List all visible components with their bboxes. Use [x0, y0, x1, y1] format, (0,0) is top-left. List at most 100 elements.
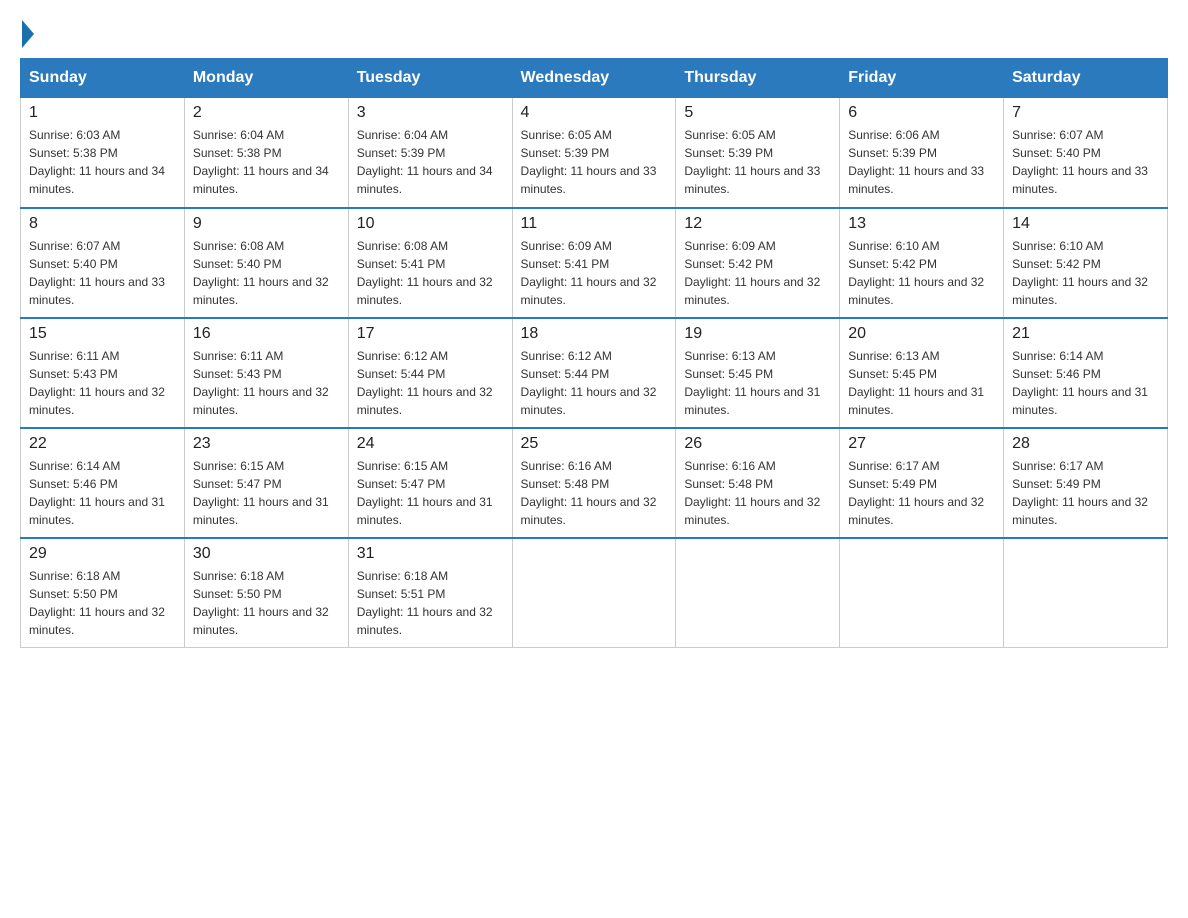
- day-info: Sunrise: 6:17 AM Sunset: 5:49 PM Dayligh…: [1012, 457, 1159, 529]
- calendar-day-cell: 20 Sunrise: 6:13 AM Sunset: 5:45 PM Dayl…: [840, 318, 1004, 428]
- day-info: Sunrise: 6:06 AM Sunset: 5:39 PM Dayligh…: [848, 126, 995, 198]
- calendar-day-cell: 3 Sunrise: 6:04 AM Sunset: 5:39 PM Dayli…: [348, 98, 512, 208]
- calendar-day-cell: 22 Sunrise: 6:14 AM Sunset: 5:46 PM Dayl…: [21, 428, 185, 538]
- day-number: 26: [684, 435, 831, 453]
- calendar-day-cell: 17 Sunrise: 6:12 AM Sunset: 5:44 PM Dayl…: [348, 318, 512, 428]
- day-number: 14: [1012, 215, 1159, 233]
- calendar-week-row: 15 Sunrise: 6:11 AM Sunset: 5:43 PM Dayl…: [21, 318, 1168, 428]
- calendar-day-cell: 11 Sunrise: 6:09 AM Sunset: 5:41 PM Dayl…: [512, 208, 676, 318]
- day-number: 20: [848, 325, 995, 343]
- calendar-day-cell: 21 Sunrise: 6:14 AM Sunset: 5:46 PM Dayl…: [1004, 318, 1168, 428]
- day-info: Sunrise: 6:08 AM Sunset: 5:40 PM Dayligh…: [193, 237, 340, 309]
- day-number: 27: [848, 435, 995, 453]
- calendar-day-cell: 16 Sunrise: 6:11 AM Sunset: 5:43 PM Dayl…: [184, 318, 348, 428]
- calendar-day-cell: [1004, 538, 1168, 648]
- calendar-day-cell: 24 Sunrise: 6:15 AM Sunset: 5:47 PM Dayl…: [348, 428, 512, 538]
- day-number: 9: [193, 215, 340, 233]
- day-info: Sunrise: 6:16 AM Sunset: 5:48 PM Dayligh…: [521, 457, 668, 529]
- day-number: 8: [29, 215, 176, 233]
- day-number: 21: [1012, 325, 1159, 343]
- day-info: Sunrise: 6:15 AM Sunset: 5:47 PM Dayligh…: [357, 457, 504, 529]
- calendar-day-cell: 1 Sunrise: 6:03 AM Sunset: 5:38 PM Dayli…: [21, 98, 185, 208]
- day-info: Sunrise: 6:03 AM Sunset: 5:38 PM Dayligh…: [29, 126, 176, 198]
- day-number: 4: [521, 104, 668, 122]
- weekday-header-friday: Friday: [840, 59, 1004, 98]
- day-number: 2: [193, 104, 340, 122]
- calendar-day-cell: 26 Sunrise: 6:16 AM Sunset: 5:48 PM Dayl…: [676, 428, 840, 538]
- day-number: 6: [848, 104, 995, 122]
- day-number: 7: [1012, 104, 1159, 122]
- calendar-day-cell: 19 Sunrise: 6:13 AM Sunset: 5:45 PM Dayl…: [676, 318, 840, 428]
- day-number: 29: [29, 545, 176, 563]
- calendar-day-cell: 27 Sunrise: 6:17 AM Sunset: 5:49 PM Dayl…: [840, 428, 1004, 538]
- day-number: 3: [357, 104, 504, 122]
- calendar-day-cell: 12 Sunrise: 6:09 AM Sunset: 5:42 PM Dayl…: [676, 208, 840, 318]
- calendar-day-cell: 4 Sunrise: 6:05 AM Sunset: 5:39 PM Dayli…: [512, 98, 676, 208]
- day-number: 13: [848, 215, 995, 233]
- day-number: 16: [193, 325, 340, 343]
- weekday-header-wednesday: Wednesday: [512, 59, 676, 98]
- day-info: Sunrise: 6:15 AM Sunset: 5:47 PM Dayligh…: [193, 457, 340, 529]
- day-number: 19: [684, 325, 831, 343]
- day-number: 10: [357, 215, 504, 233]
- calendar-day-cell: 23 Sunrise: 6:15 AM Sunset: 5:47 PM Dayl…: [184, 428, 348, 538]
- calendar-day-cell: 15 Sunrise: 6:11 AM Sunset: 5:43 PM Dayl…: [21, 318, 185, 428]
- day-info: Sunrise: 6:09 AM Sunset: 5:42 PM Dayligh…: [684, 237, 831, 309]
- calendar-day-cell: 18 Sunrise: 6:12 AM Sunset: 5:44 PM Dayl…: [512, 318, 676, 428]
- logo: [20, 20, 36, 48]
- day-number: 5: [684, 104, 831, 122]
- day-number: 23: [193, 435, 340, 453]
- day-info: Sunrise: 6:10 AM Sunset: 5:42 PM Dayligh…: [848, 237, 995, 309]
- day-info: Sunrise: 6:17 AM Sunset: 5:49 PM Dayligh…: [848, 457, 995, 529]
- calendar-table: SundayMondayTuesdayWednesdayThursdayFrid…: [20, 58, 1168, 648]
- weekday-header-monday: Monday: [184, 59, 348, 98]
- day-info: Sunrise: 6:05 AM Sunset: 5:39 PM Dayligh…: [684, 126, 831, 198]
- day-info: Sunrise: 6:14 AM Sunset: 5:46 PM Dayligh…: [1012, 347, 1159, 419]
- page-header: [20, 20, 1168, 48]
- day-info: Sunrise: 6:14 AM Sunset: 5:46 PM Dayligh…: [29, 457, 176, 529]
- day-info: Sunrise: 6:04 AM Sunset: 5:39 PM Dayligh…: [357, 126, 504, 198]
- day-number: 25: [521, 435, 668, 453]
- weekday-header-saturday: Saturday: [1004, 59, 1168, 98]
- calendar-day-cell: 2 Sunrise: 6:04 AM Sunset: 5:38 PM Dayli…: [184, 98, 348, 208]
- day-info: Sunrise: 6:04 AM Sunset: 5:38 PM Dayligh…: [193, 126, 340, 198]
- calendar-day-cell: 8 Sunrise: 6:07 AM Sunset: 5:40 PM Dayli…: [21, 208, 185, 318]
- day-number: 12: [684, 215, 831, 233]
- day-info: Sunrise: 6:18 AM Sunset: 5:50 PM Dayligh…: [193, 567, 340, 639]
- day-number: 18: [521, 325, 668, 343]
- day-info: Sunrise: 6:13 AM Sunset: 5:45 PM Dayligh…: [684, 347, 831, 419]
- day-info: Sunrise: 6:05 AM Sunset: 5:39 PM Dayligh…: [521, 126, 668, 198]
- day-number: 11: [521, 215, 668, 233]
- calendar-day-cell: [840, 538, 1004, 648]
- weekday-header-sunday: Sunday: [21, 59, 185, 98]
- day-number: 28: [1012, 435, 1159, 453]
- weekday-header-row: SundayMondayTuesdayWednesdayThursdayFrid…: [21, 59, 1168, 98]
- day-info: Sunrise: 6:11 AM Sunset: 5:43 PM Dayligh…: [193, 347, 340, 419]
- day-info: Sunrise: 6:12 AM Sunset: 5:44 PM Dayligh…: [357, 347, 504, 419]
- day-info: Sunrise: 6:10 AM Sunset: 5:42 PM Dayligh…: [1012, 237, 1159, 309]
- calendar-week-row: 1 Sunrise: 6:03 AM Sunset: 5:38 PM Dayli…: [21, 98, 1168, 208]
- day-info: Sunrise: 6:08 AM Sunset: 5:41 PM Dayligh…: [357, 237, 504, 309]
- calendar-week-row: 8 Sunrise: 6:07 AM Sunset: 5:40 PM Dayli…: [21, 208, 1168, 318]
- calendar-day-cell: 30 Sunrise: 6:18 AM Sunset: 5:50 PM Dayl…: [184, 538, 348, 648]
- calendar-day-cell: 7 Sunrise: 6:07 AM Sunset: 5:40 PM Dayli…: [1004, 98, 1168, 208]
- calendar-day-cell: 14 Sunrise: 6:10 AM Sunset: 5:42 PM Dayl…: [1004, 208, 1168, 318]
- day-info: Sunrise: 6:13 AM Sunset: 5:45 PM Dayligh…: [848, 347, 995, 419]
- logo-arrow-icon: [22, 20, 34, 48]
- day-info: Sunrise: 6:18 AM Sunset: 5:50 PM Dayligh…: [29, 567, 176, 639]
- calendar-day-cell: 6 Sunrise: 6:06 AM Sunset: 5:39 PM Dayli…: [840, 98, 1004, 208]
- day-number: 24: [357, 435, 504, 453]
- day-number: 30: [193, 545, 340, 563]
- weekday-header-thursday: Thursday: [676, 59, 840, 98]
- calendar-day-cell: 13 Sunrise: 6:10 AM Sunset: 5:42 PM Dayl…: [840, 208, 1004, 318]
- calendar-week-row: 22 Sunrise: 6:14 AM Sunset: 5:46 PM Dayl…: [21, 428, 1168, 538]
- calendar-day-cell: 9 Sunrise: 6:08 AM Sunset: 5:40 PM Dayli…: [184, 208, 348, 318]
- day-info: Sunrise: 6:07 AM Sunset: 5:40 PM Dayligh…: [1012, 126, 1159, 198]
- day-number: 17: [357, 325, 504, 343]
- calendar-week-row: 29 Sunrise: 6:18 AM Sunset: 5:50 PM Dayl…: [21, 538, 1168, 648]
- day-number: 31: [357, 545, 504, 563]
- day-number: 1: [29, 104, 176, 122]
- calendar-day-cell: 10 Sunrise: 6:08 AM Sunset: 5:41 PM Dayl…: [348, 208, 512, 318]
- calendar-day-cell: 29 Sunrise: 6:18 AM Sunset: 5:50 PM Dayl…: [21, 538, 185, 648]
- calendar-day-cell: 28 Sunrise: 6:17 AM Sunset: 5:49 PM Dayl…: [1004, 428, 1168, 538]
